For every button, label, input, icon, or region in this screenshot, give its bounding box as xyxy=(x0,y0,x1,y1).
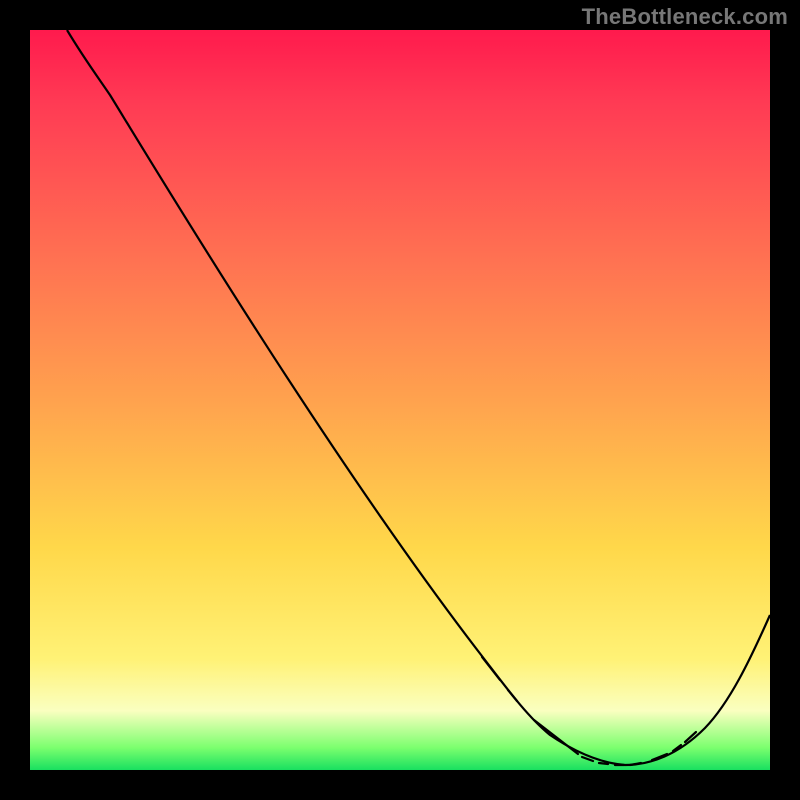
chart-frame: TheBottleneck.com xyxy=(0,0,800,800)
optimal-region-dashes xyxy=(482,657,696,765)
watermark-text: TheBottleneck.com xyxy=(582,4,788,30)
plot-area xyxy=(30,30,770,770)
bottleneck-curve-svg xyxy=(30,30,770,770)
bottleneck-curve xyxy=(67,30,770,765)
